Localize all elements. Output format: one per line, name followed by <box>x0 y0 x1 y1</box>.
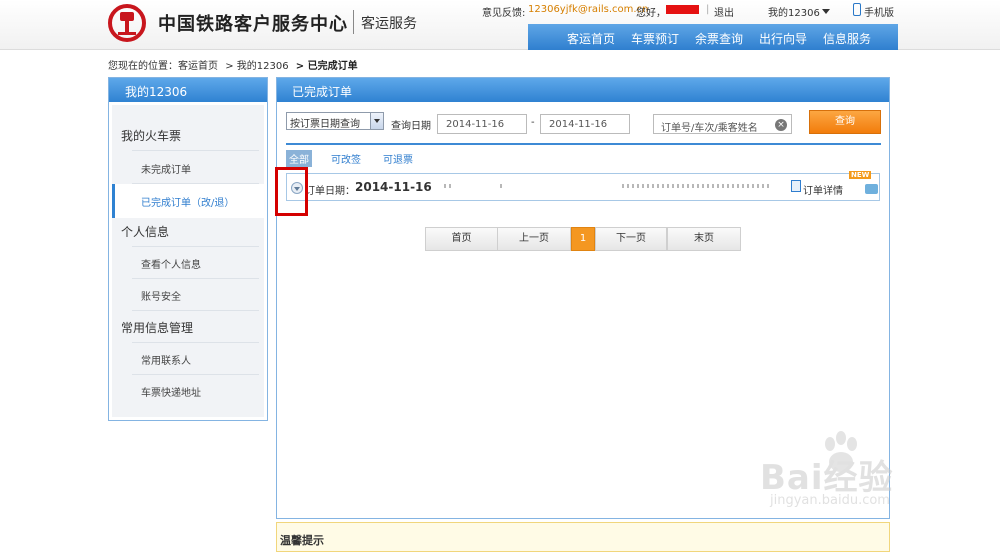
annotation-highlight-box <box>275 167 308 216</box>
top-header: 中国铁路客户服务中心 客运服务 意见反馈: 12306yjfk@rails.co… <box>0 0 1000 50</box>
page-next-button[interactable]: 下一页 <box>595 227 667 251</box>
sidebar-item-contacts[interactable]: 常用联系人 <box>141 352 191 367</box>
watermark-text: Bai经验 <box>760 458 894 498</box>
filter-tab-all[interactable]: 全部 <box>286 150 312 167</box>
sidebar-item-account-security[interactable]: 账号安全 <box>141 288 181 303</box>
print-icon[interactable] <box>865 184 878 194</box>
sidebar-title: 我的12306 <box>109 78 267 102</box>
nav-info-service[interactable]: 信息服务 <box>823 30 871 47</box>
page-first-button[interactable]: 首页 <box>425 227 498 251</box>
clear-icon[interactable]: × <box>775 119 787 131</box>
order-date-label: 订单日期： <box>305 186 355 197</box>
sidebar-divider <box>132 183 259 184</box>
nav-booking[interactable]: 车票预订 <box>631 30 679 47</box>
sidebar-item-delivery-address[interactable]: 车票快递地址 <box>141 384 201 399</box>
sidebar-section-common-info[interactable]: 常用信息管理 <box>121 319 193 336</box>
breadcrumb-my12306[interactable]: > 我的12306 <box>225 61 288 72</box>
site-subtitle: 客运服务 <box>361 16 417 32</box>
document-icon[interactable] <box>791 180 801 192</box>
tip-box: 温馨提示 <box>276 522 890 552</box>
username-redacted <box>666 5 699 14</box>
query-date-label: 查询日期 <box>391 121 431 132</box>
sidebar-item-view-personal-info[interactable]: 查看个人信息 <box>141 256 201 271</box>
filter-tab-changeable[interactable]: 可改签 <box>331 151 361 166</box>
sidebar-divider <box>132 278 259 279</box>
greeting-label: 您好， <box>636 8 666 19</box>
nav-home[interactable]: 客运首页 <box>567 30 615 47</box>
sidebar-divider <box>132 150 259 151</box>
phone-icon <box>853 3 861 16</box>
sidebar-divider <box>132 342 259 343</box>
order-search-input[interactable]: 订单号/车次/乘客姓名 <box>653 114 792 134</box>
order-detail-link[interactable]: 订单详情 <box>803 182 843 197</box>
panel-title: 已完成订单 <box>277 78 889 102</box>
sidebar-divider <box>132 374 259 375</box>
query-type-select[interactable]: 按订票日期查询 <box>286 112 384 130</box>
logout-link[interactable]: 退出 <box>714 4 734 19</box>
page-last-button[interactable]: 末页 <box>667 227 741 251</box>
sidebar-divider <box>132 310 259 311</box>
page-number-button[interactable]: 1 <box>571 227 595 251</box>
mobile-version-link[interactable]: 手机版 <box>864 4 894 19</box>
site-title: 中国铁路客户服务中心 <box>158 14 348 35</box>
query-button[interactable]: 查询 <box>809 110 881 134</box>
sidebar-item-uncompleted-orders[interactable]: 未完成订单 <box>141 161 191 176</box>
new-badge: NEW <box>849 171 872 179</box>
nav-ticket-query[interactable]: 余票查询 <box>695 30 743 47</box>
chevron-down-icon[interactable] <box>822 9 830 14</box>
sidebar-divider <box>132 246 259 247</box>
railway-logo-icon <box>108 4 146 42</box>
breadcrumb-home[interactable]: 您现在的位置：客运首页 <box>108 61 218 72</box>
link-divider: | <box>706 4 710 15</box>
date-from-input[interactable]: 2014-11-16 <box>437 114 527 134</box>
sidebar-item-completed-orders[interactable]: 已完成订单（改/退） <box>141 194 234 209</box>
sidebar-section-personal-info[interactable]: 个人信息 <box>121 223 169 240</box>
my12306-menu[interactable]: 我的12306 <box>768 4 820 19</box>
main-nav: 客运首页 车票预订 余票查询 出行向导 信息服务 <box>528 24 898 50</box>
order-row[interactable]: 订单日期： 2014-11-16 订单详情 NEW <box>286 171 880 201</box>
tip-title: 温馨提示 <box>280 534 324 547</box>
sidebar: 我的12306 我的火车票 未完成订单 已完成订单（改/退） 个人信息 查看个人… <box>108 77 268 421</box>
date-to-input[interactable]: 2014-11-16 <box>540 114 630 134</box>
filter-tab-refundable[interactable]: 可退票 <box>383 151 413 166</box>
sidebar-section-my-tickets[interactable]: 我的火车票 <box>121 127 181 144</box>
page-prev-button[interactable]: 上一页 <box>497 227 571 251</box>
query-type-value: 按订票日期查询 <box>290 119 360 130</box>
sidebar-menu: 我的火车票 未完成订单 已完成订单（改/退） 个人信息 查看个人信息 账号安全 … <box>112 105 264 417</box>
feedback-label: 意见反馈: <box>482 8 526 19</box>
chevron-down-icon[interactable] <box>370 113 383 129</box>
redacted-text <box>444 184 454 188</box>
logo-divider <box>353 10 354 34</box>
redacted-text <box>622 184 772 188</box>
toolbar-divider <box>286 143 881 145</box>
nav-travel-guide[interactable]: 出行向导 <box>759 30 807 47</box>
watermark-url: jingyan.baidu.com <box>770 493 890 508</box>
baidu-watermark: Bai经验 jingyan.baidu.com <box>760 430 960 520</box>
sidebar-active-indicator <box>112 184 115 218</box>
feedback-email-link[interactable]: 12306yjfk@rails.com.cn <box>528 4 648 15</box>
date-range-dash: - <box>531 117 535 128</box>
order-date-value: 2014-11-16 <box>355 180 432 194</box>
redacted-text <box>500 184 504 188</box>
breadcrumb-current: > 已完成订单 <box>295 61 358 72</box>
breadcrumb: 您现在的位置：客运首页 > 我的12306 > 已完成订单 <box>108 57 362 72</box>
